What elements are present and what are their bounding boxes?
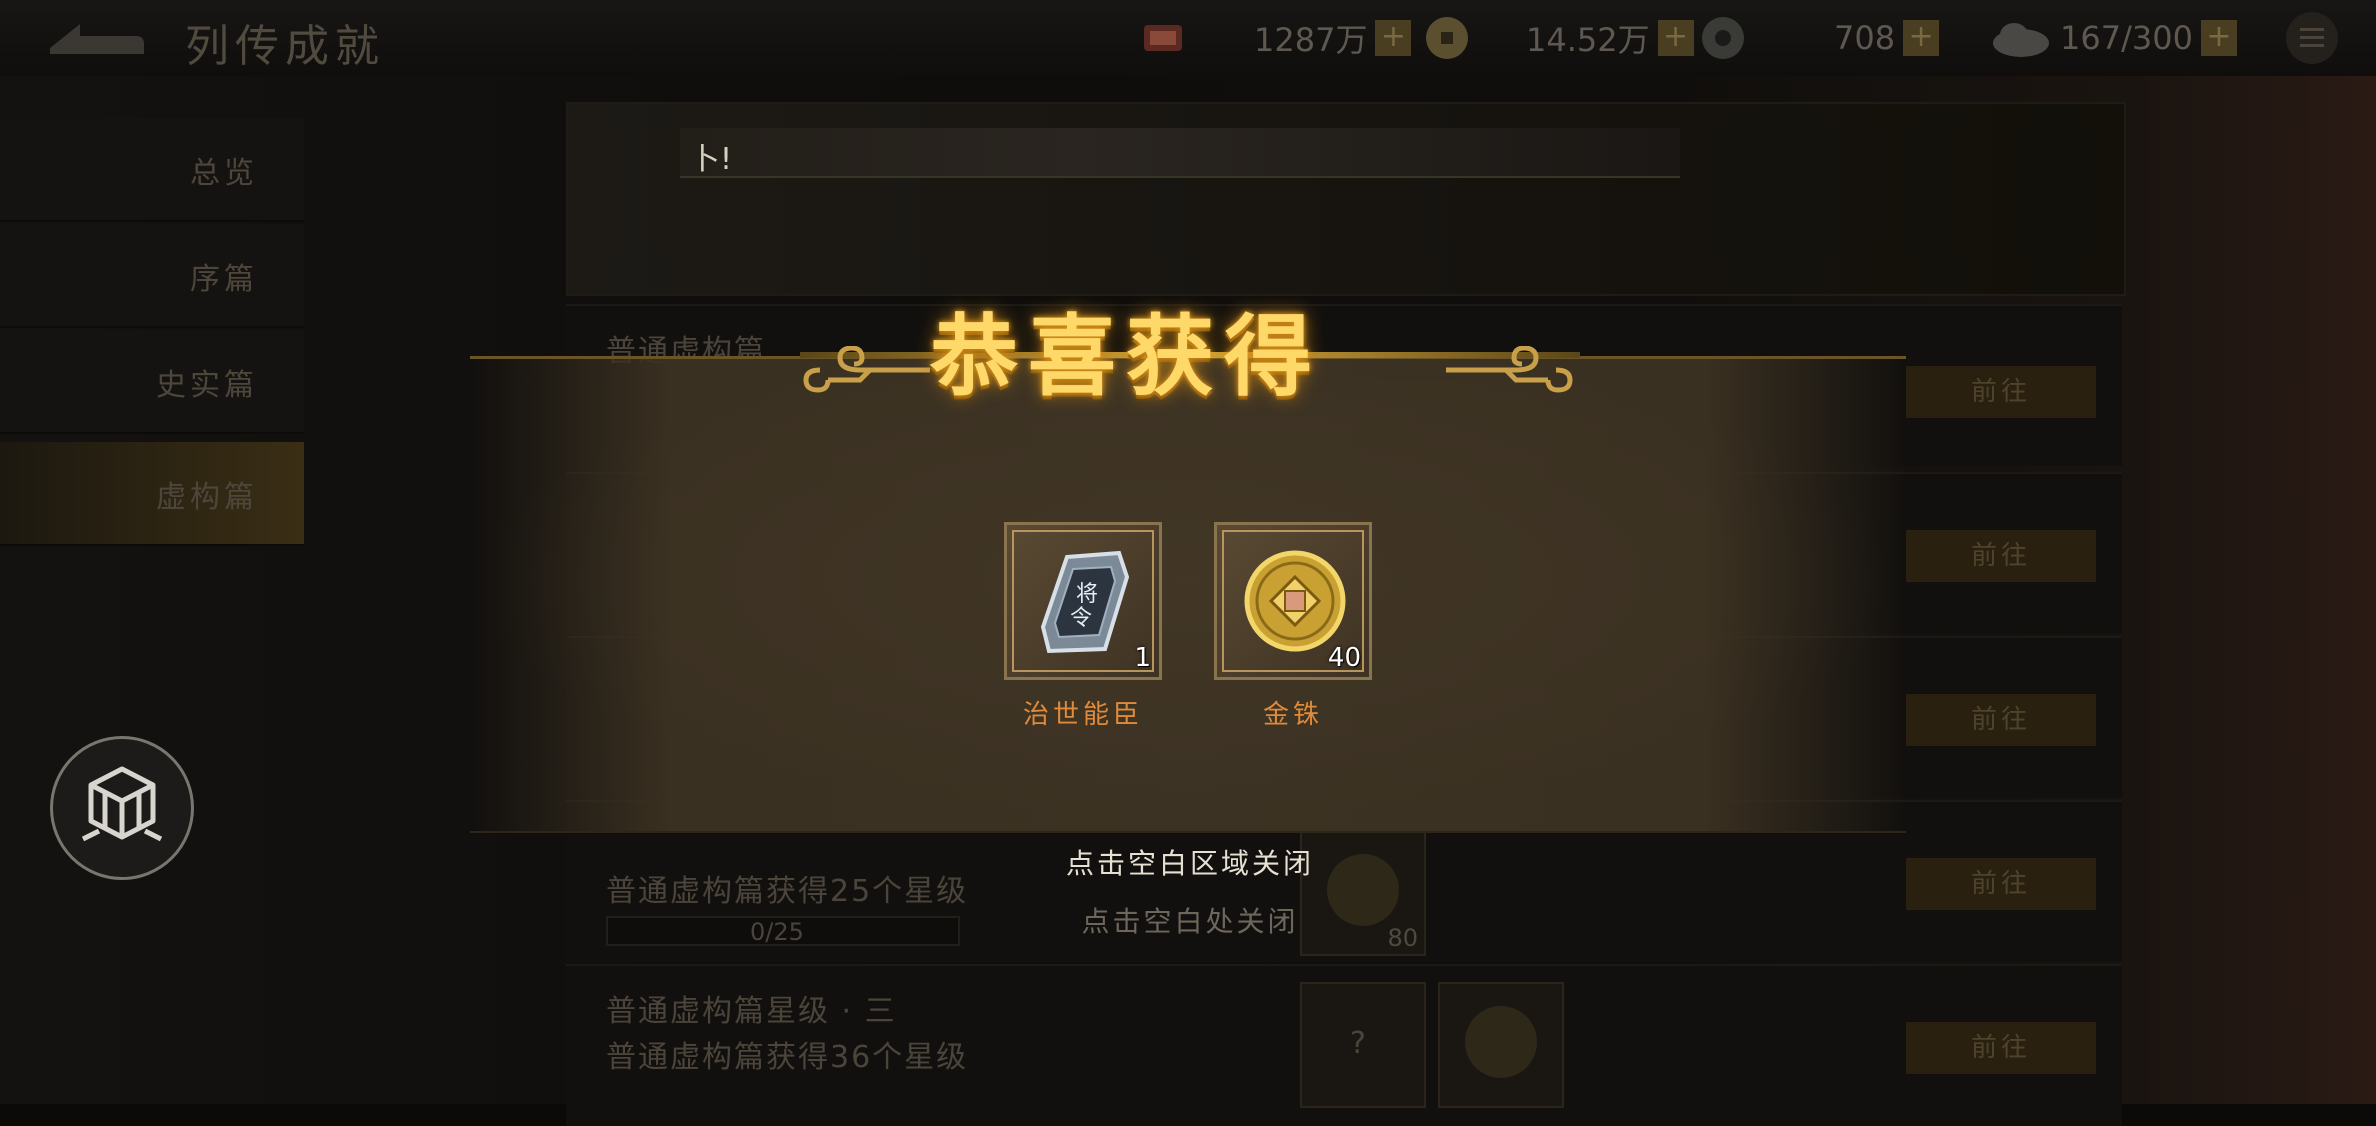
progress-text: 0/25 [750, 918, 804, 946]
ornament-right-icon [1446, 346, 1573, 393]
banner-bar [680, 128, 1680, 178]
reward-count: 40 [1327, 643, 1361, 673]
ornament-left-icon [803, 346, 930, 393]
page-title: 列传成就 [185, 21, 385, 72]
go-button[interactable]: 前往 [1906, 694, 2096, 746]
unknown-reward-mark: ? [1350, 1026, 1368, 1061]
add-cloud-button[interactable]: + [2200, 20, 2237, 56]
sidebar-item-fiction[interactable]: 虚构篇 [0, 442, 304, 546]
sidebar-item-label: 史实篇 [156, 368, 258, 403]
achievement-title: 普通虚构篇星级 · 三 [606, 994, 897, 1029]
close-hint: 点击空白区域关闭 [1065, 847, 1314, 880]
add-coin-button[interactable]: + [1657, 20, 1694, 56]
back-icon[interactable] [40, 14, 150, 62]
resource-value: 708 [1834, 19, 1896, 57]
banner-text: 卜! [690, 142, 733, 177]
resource-stamina: 1287万 + [1140, 16, 1412, 60]
reward-item[interactable]: 40 [1214, 522, 1372, 680]
list-item: 普通虚构篇星级 · 三 普通虚构篇获得36个星级 ? [566, 964, 2122, 1126]
go-button[interactable]: 前往 [1906, 366, 2096, 418]
coin-icon [1426, 17, 1468, 59]
cube-icon [81, 766, 163, 842]
go-button[interactable]: 前往 [1906, 530, 2096, 582]
reward-slot[interactable]: ? [1300, 982, 1426, 1108]
cloud-icon [1993, 23, 2049, 57]
svg-text:将: 将 [1076, 582, 1098, 607]
gold-coin-icon [1465, 1006, 1537, 1078]
resource-value: 167/300 [2060, 19, 2193, 57]
token-icon: 将 令 [1040, 550, 1130, 654]
menu-button[interactable] [2286, 12, 2338, 64]
reward-name: 治世能臣 [1022, 700, 1143, 730]
add-stamina-button[interactable]: + [1375, 20, 1412, 56]
jade-icon [1702, 17, 1744, 59]
popup-glow [470, 380, 1906, 820]
resource-value: 14.52万 [1526, 21, 1650, 59]
reward-item[interactable]: 将 令 1 [1004, 522, 1162, 680]
popup-title: 恭喜获得 [930, 304, 1323, 408]
resource-cloud: 167/300 + [1990, 16, 2237, 60]
svg-text:令: 令 [1070, 606, 1092, 631]
floating-menu-button[interactable] [50, 736, 194, 880]
reward-name: 金铢 [1262, 700, 1323, 730]
resource-coin: 14.52万 + [1424, 16, 1694, 60]
close-hint-secondary: 点击空白处关闭 [1081, 905, 1299, 938]
menu-icon [2300, 28, 2324, 47]
resource-value: 1287万 [1254, 21, 1368, 59]
sidebar-item-label: 总览 [190, 156, 258, 191]
resource-jade: 708 + [1700, 16, 1940, 60]
go-button[interactable]: 前往 [1906, 858, 2096, 910]
reward-count: 1 [1134, 643, 1151, 673]
achievement-subtitle: 普通虚构篇获得36个星级 [606, 1040, 969, 1075]
sidebar-item-prologue[interactable]: 序篇 [0, 224, 304, 328]
achievement-title: 普通虚构篇获得25个星级 [606, 874, 969, 909]
reward-slot[interactable] [1438, 982, 1564, 1108]
go-button[interactable]: 前往 [1906, 1022, 2096, 1074]
reward-count: 80 [1387, 924, 1418, 952]
stamina-icon [1144, 25, 1182, 51]
sidebar-item-label: 虚构篇 [156, 480, 258, 515]
sidebar-item-label: 序篇 [190, 262, 258, 297]
add-jade-button[interactable]: + [1903, 20, 1940, 56]
sidebar-item-overview[interactable]: 总览 [0, 118, 304, 222]
sidebar-item-history[interactable]: 史实篇 [0, 330, 304, 434]
